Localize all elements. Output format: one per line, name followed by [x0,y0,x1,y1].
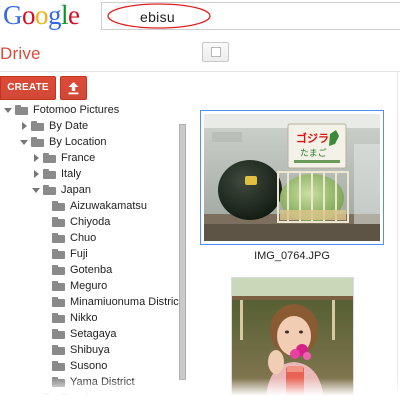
tree-item-label: Susono [70,360,108,372]
folder-icon [15,105,28,115]
expand-arrow-right-icon[interactable] [32,170,40,178]
logo-letter: l [61,0,69,30]
tree-item-setagaya[interactable]: Setagaya [52,326,116,342]
tree-item-label: By Date [49,120,89,132]
bottom-fade [0,378,400,400]
folder-icon [52,233,65,243]
logo-letter: o [22,0,36,30]
folder-icon [43,185,56,195]
header-divider [0,71,400,72]
svg-text:たまご: たまご [300,147,327,159]
logo-letter: g [48,0,62,30]
tree-item-label: Setagaya [70,328,117,340]
expand-arrow-down-icon[interactable] [32,186,40,194]
tree-item-fuji[interactable]: Fuji [52,246,88,262]
create-button[interactable]: CREATE [0,76,56,100]
tree-item-label: Fuji [70,248,88,260]
tree-item-shibuya[interactable]: Shibuya [52,342,110,358]
tree-item-label: Japan [61,184,91,196]
file-thumbnail-selected[interactable]: ゴジラ たまご [200,110,384,245]
expand-arrow-down-icon[interactable] [4,106,12,114]
tree-item-minamiuonuma-district[interactable]: Minamiuonuma District [52,294,182,310]
tree-item-france[interactable]: France [32,150,95,166]
tree-item-aizuwakamatsu[interactable]: Aizuwakamatsu [52,198,147,214]
logo-letter: e [68,0,80,30]
tree-item-by-date[interactable]: By Date [20,118,88,134]
google-logo[interactable]: Google [3,0,80,32]
tree-item-nikko[interactable]: Nikko [52,310,98,326]
tree-item-label: By Location [49,136,107,148]
expand-arrow-right-icon[interactable] [20,122,28,130]
folder-icon [31,137,44,147]
watermelon-photo: ゴジラ たまご [204,114,380,241]
tree-item-label: Italy [61,168,82,180]
tree-item-label: Minamiuonuma District [70,296,182,308]
tree-item-label: Gotenba [70,264,113,276]
folder-icon [52,201,65,211]
logo-letter: G [3,0,23,30]
folder-icon [43,153,56,163]
tree-item-label: Shibuya [70,344,110,356]
search-box[interactable]: ebisu [101,2,400,30]
tree-item-by-location[interactable]: By Location [20,134,106,150]
tree-item-label: Meguro [70,280,108,292]
tree-scrollbar[interactable] [179,124,186,380]
tree-item-label: Chiyoda [70,216,111,228]
upload-arrow-icon [68,82,79,95]
tree-item-label: Chuo [70,232,97,244]
folder-icon [52,249,65,259]
upload-button[interactable] [60,76,87,100]
tree-item-chuo[interactable]: Chuo [52,230,96,246]
search-query[interactable]: ebisu [140,9,175,25]
tree-item-meguro[interactable]: Meguro [52,278,107,294]
expand-arrow-right-icon[interactable] [32,154,40,162]
tree-item-label: Fotomoo Pictures [33,104,120,116]
folder-icon [52,361,65,371]
expand-arrow-down-icon[interactable] [20,138,28,146]
tree-item-italy[interactable]: Italy [32,166,81,182]
tree-item-japan[interactable]: Japan [32,182,91,198]
app-title[interactable]: Drive [0,44,41,64]
svg-text:ゴジラ: ゴジラ [296,131,329,145]
folder-icon [52,217,65,227]
tree-item-label: Nikko [70,312,98,324]
tree-item-susono[interactable]: Susono [52,358,107,374]
tree-item-label: France [61,152,96,164]
folder-icon [52,313,65,323]
tree-item-gotenba[interactable]: Gotenba [52,262,112,278]
select-all-button[interactable] [202,42,229,62]
right-divider [397,72,398,400]
folder-icon [52,329,65,339]
folder-icon [52,345,65,355]
tree-item-label: Aizuwakamatsu [70,200,148,212]
tree-item-fotomoo-pictures[interactable]: Fotomoo Pictures [4,102,119,118]
folder-icon [52,281,65,291]
folder-icon [52,297,65,307]
folder-icon [52,265,65,275]
folder-tree: Fotomoo Pictures By Date By Location France… [0,102,182,400]
drive-page: Google ebisu Drive CREATE Fotomoo Pictur… [0,0,400,400]
tree-item-chiyoda[interactable]: Chiyoda [52,214,110,230]
logo-letter: o [35,0,49,30]
folder-icon [43,169,56,179]
file-name[interactable]: IMG_0764.JPG [200,250,384,262]
folder-icon [31,121,44,131]
checkbox-icon [211,47,221,57]
